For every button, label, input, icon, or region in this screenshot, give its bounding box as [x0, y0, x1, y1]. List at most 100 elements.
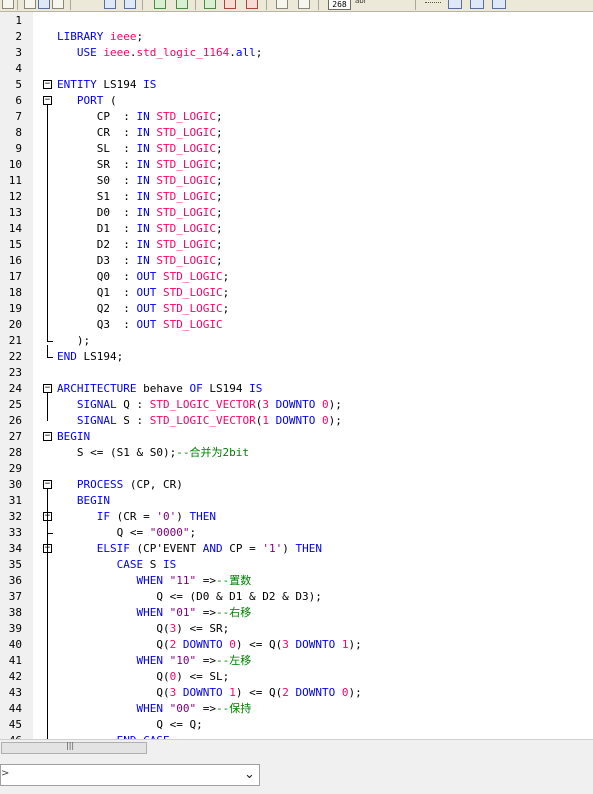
code-token: IS	[143, 78, 157, 91]
code-line[interactable]: 29	[0, 461, 593, 477]
code-line[interactable]: 38 WHEN "01" =>--右移	[0, 605, 593, 621]
code-line[interactable]: 2 LIBRARY ieee;	[0, 29, 593, 45]
bookmark-prev-icon[interactable]	[204, 0, 216, 9]
code-line[interactable]: 16 D3 : IN STD_LOGIC;	[0, 253, 593, 269]
save-icon[interactable]	[38, 0, 50, 9]
code-line[interactable]: 36 WHEN "11" =>--置数	[0, 573, 593, 589]
code-line[interactable]: 15 D2 : IN STD_LOGIC;	[0, 237, 593, 253]
status-bar: > ⌄	[0, 757, 593, 794]
code-line[interactable]: 24 ARCHITECTURE behave OF LS194 IS	[0, 381, 593, 397]
align-right-icon[interactable]	[492, 0, 506, 9]
function-list-dropdown[interactable]: > ⌄	[0, 764, 260, 786]
code-line[interactable]: 12 S1 : IN STD_LOGIC;	[0, 189, 593, 205]
code-token: "10"	[169, 654, 197, 667]
fold-toggle-icon[interactable]: −	[43, 96, 52, 105]
code-editor[interactable]: 1 2 LIBRARY ieee; 3 USE ieee.std_logic_1164…	[0, 12, 593, 739]
code-token: Q <=	[57, 526, 150, 539]
code-line[interactable]: 22 END LS194;	[0, 349, 593, 365]
horizontal-scrollbar[interactable]: |||	[0, 739, 593, 757]
bookmark-clear-icon[interactable]	[224, 0, 236, 9]
code-token: ;	[222, 302, 230, 315]
code-line[interactable]: 19 Q2 : OUT STD_LOGIC;	[0, 301, 593, 317]
code-line[interactable]: 26 SIGNAL S : STD_LOGIC_VECTOR(1 DOWNTO …	[0, 413, 593, 429]
bookmark-next-icon[interactable]	[176, 0, 188, 9]
outdent-icon[interactable]	[124, 0, 136, 9]
new-file-icon[interactable]	[2, 0, 14, 9]
code-line[interactable]: 35 CASE S IS	[0, 557, 593, 573]
code-line[interactable]: 21 );	[0, 333, 593, 349]
code-line[interactable]: 17 Q0 : OUT STD_LOGIC;	[0, 269, 593, 285]
code-line[interactable]: 8 CR : IN STD_LOGIC;	[0, 125, 593, 141]
dotted-line-icon[interactable]	[425, 2, 441, 4]
code-line[interactable]: 27 BEGIN	[0, 429, 593, 445]
code-line[interactable]: 20 Q3 : OUT STD_LOGIC	[0, 317, 593, 333]
code-line[interactable]: 23	[0, 365, 593, 381]
indent-icon[interactable]	[104, 0, 116, 9]
code-token: Q :	[116, 398, 150, 411]
code-line[interactable]: 42 Q(0) <= SL;	[0, 669, 593, 685]
code-token: 0	[321, 414, 329, 427]
code-line[interactable]: 25 SIGNAL Q : STD_LOGIC_VECTOR(3 DOWNTO …	[0, 397, 593, 413]
code-line[interactable]: 5 ENTITY LS194 IS	[0, 77, 593, 93]
code-line[interactable]: 30 PROCESS (CP, CR)	[0, 477, 593, 493]
line-number: 29	[8, 462, 22, 475]
code-line[interactable]: 44 WHEN "00" =>--保持	[0, 701, 593, 717]
align-left-icon[interactable]	[448, 0, 462, 9]
code-token: );	[328, 398, 342, 411]
code-line[interactable]: 1	[0, 13, 593, 29]
chevron-down-icon[interactable]: ⌄	[244, 767, 255, 782]
line-number: 27	[8, 430, 22, 443]
code-line[interactable]: 6 PORT (	[0, 93, 593, 109]
bookmark-delete-icon[interactable]	[246, 0, 258, 9]
line-count-badge[interactable]: 268	[328, 0, 351, 10]
attach-icon[interactable]	[276, 0, 288, 9]
code-token: LS194	[96, 78, 144, 91]
code-text: ARCHITECTURE behave OF LS194 IS	[57, 381, 262, 397]
open-file-icon[interactable]	[24, 0, 36, 9]
code-line[interactable]: 28 S <= (S1 & S0);--合并为2bit	[0, 445, 593, 461]
fold-toggle-icon[interactable]: −	[43, 384, 52, 393]
code-line[interactable]: 31 BEGIN	[0, 493, 593, 509]
code-token: USE	[76, 46, 97, 59]
code-line[interactable]: 39 Q(3) <= SR;	[0, 621, 593, 637]
align-center-icon[interactable]	[470, 0, 484, 9]
code-line[interactable]: 43 Q(3 DOWNTO 1) <= Q(2 DOWNTO 0);	[0, 685, 593, 701]
code-line[interactable]: 7 CP : IN STD_LOGIC;	[0, 109, 593, 125]
code-line[interactable]: 37 Q <= (D0 & D1 & D2 & D3);	[0, 589, 593, 605]
line-number: 15	[8, 238, 22, 251]
code-line[interactable]: 9 SL : IN STD_LOGIC;	[0, 141, 593, 157]
code-token: ARCHITECTURE	[57, 382, 137, 395]
code-line[interactable]: 13 D0 : IN STD_LOGIC;	[0, 205, 593, 221]
fold-toggle-icon[interactable]: −	[43, 432, 52, 441]
bookmark-add-icon[interactable]	[154, 0, 166, 9]
code-token: ;	[215, 238, 223, 251]
code-line[interactable]: 34 ELSIF (CP'EVENT AND CP = '1') THEN	[0, 541, 593, 557]
code-line[interactable]: 4	[0, 61, 593, 77]
code-line[interactable]: 3 USE ieee.std_logic_1164.all;	[0, 45, 593, 61]
code-token: DOWNTO	[275, 414, 316, 427]
fold-toggle-icon[interactable]: −	[43, 480, 52, 489]
code-text: WHEN "00" =>--保持	[57, 701, 251, 717]
line-number: 38	[8, 606, 22, 619]
code-line[interactable]: 41 WHEN "10" =>--左移	[0, 653, 593, 669]
insert-template-icon[interactable]	[298, 0, 310, 9]
code-text: S0 : IN STD_LOGIC;	[57, 173, 223, 189]
code-text: D2 : IN STD_LOGIC;	[57, 237, 223, 253]
code-line[interactable]: 11 S0 : IN STD_LOGIC;	[0, 173, 593, 189]
code-line[interactable]: 32 IF (CR = '0') THEN	[0, 509, 593, 525]
code-line[interactable]: 18 Q1 : OUT STD_LOGIC;	[0, 285, 593, 301]
code-line[interactable]: 14 D1 : IN STD_LOGIC;	[0, 221, 593, 237]
code-line[interactable]: 40 Q(2 DOWNTO 0) <= Q(3 DOWNTO 1);	[0, 637, 593, 653]
code-token: STD_LOGIC_VECTOR	[149, 414, 256, 427]
code-line[interactable]: 45 Q <= Q;	[0, 717, 593, 733]
code-token: --右移	[215, 606, 252, 619]
code-line[interactable]: 10 SR : IN STD_LOGIC;	[0, 157, 593, 173]
code-token: OUT	[136, 270, 157, 283]
line-number: 3	[15, 46, 22, 59]
fold-toggle-icon[interactable]: −	[43, 80, 52, 89]
brace-match-icon[interactable]	[52, 0, 64, 9]
code-line[interactable]: 33 Q <= "0000";	[0, 525, 593, 541]
code-token: Q <= (D0 & D1 & D2 & D3);	[57, 590, 322, 603]
